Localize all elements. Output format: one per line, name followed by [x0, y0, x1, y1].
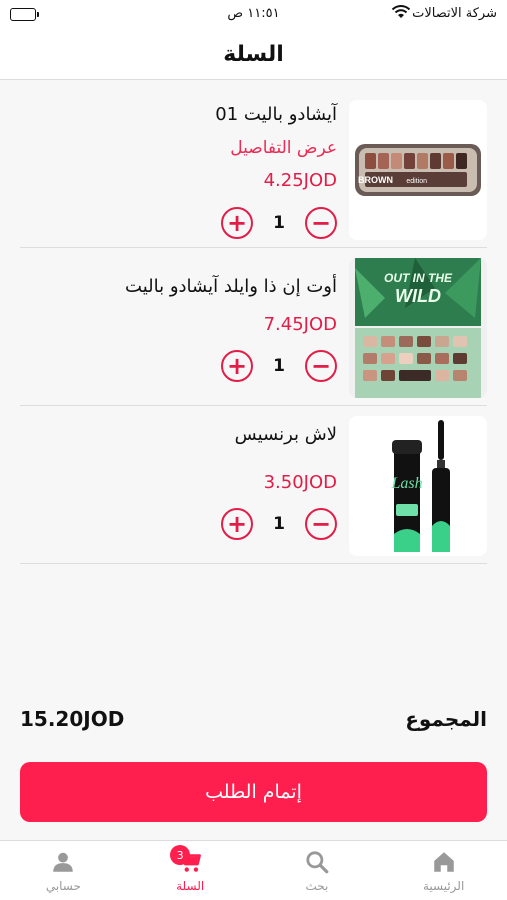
- product-image-wild-palette[interactable]: OUT IN THE WILD: [349, 258, 487, 398]
- product-name: أوت إن ذا وايلد آيشادو باليت: [125, 276, 337, 297]
- bottom-tab-bar: الرئيسية بحث 3 السلة حسابي: [0, 840, 507, 900]
- user-icon: [53, 852, 74, 872]
- view-details-link[interactable]: عرض التفاصيل: [230, 138, 337, 158]
- quantity-value: 1: [273, 514, 285, 534]
- svg-text:Lash: Lash: [390, 475, 422, 492]
- tab-home[interactable]: الرئيسية: [380, 841, 507, 900]
- product-price: 4.25JOD: [263, 170, 337, 191]
- status-bar: شركة الاتصالات ١١:٥١ ص: [0, 0, 507, 30]
- cart-item: BROWN edition آيشادو باليت 01 عرض التفاص…: [20, 90, 487, 248]
- product-price: 3.50JOD: [263, 472, 337, 493]
- total-value: 15.20JOD: [20, 707, 125, 731]
- quantity-value: 1: [273, 213, 285, 233]
- product-image-brown-palette[interactable]: BROWN edition: [349, 100, 487, 240]
- tab-label: السلة: [176, 878, 205, 893]
- tab-label: حسابي: [45, 878, 81, 893]
- clock: ١١:٥١ ص: [227, 6, 280, 21]
- tab-account[interactable]: حسابي: [0, 841, 127, 900]
- svg-text:BROWN: BROWN: [358, 175, 393, 185]
- quantity-value: 1: [273, 356, 285, 376]
- checkout-button[interactable]: إتمام الطلب: [20, 762, 487, 822]
- increase-quantity-button[interactable]: +: [221, 207, 253, 239]
- decrease-quantity-button[interactable]: −: [305, 207, 337, 239]
- tab-label: الرئيسية: [422, 878, 465, 893]
- page-header: السلة: [0, 30, 507, 80]
- search-icon: [306, 850, 329, 873]
- order-total: المجموع 15.20JOD: [20, 703, 487, 735]
- quantity-stepper: + 1 −: [221, 350, 337, 382]
- cart-item: OUT IN THE WILD أوت إن ذا وايلد آيشادو ب…: [20, 248, 487, 406]
- increase-quantity-button[interactable]: +: [221, 350, 253, 382]
- svg-text:OUT IN THE: OUT IN THE: [384, 271, 453, 285]
- decrease-quantity-button[interactable]: −: [305, 350, 337, 382]
- product-price: 7.45JOD: [263, 314, 337, 335]
- quantity-stepper: + 1 −: [221, 207, 337, 239]
- cart-item: Lash لاش برنسيس 3.50JOD + 1 −: [20, 406, 487, 564]
- svg-text:edition: edition: [406, 178, 427, 185]
- battery-icon: [10, 8, 39, 21]
- increase-quantity-button[interactable]: +: [221, 508, 253, 540]
- cart-list: BROWN edition آيشادو باليت 01 عرض التفاص…: [20, 90, 487, 564]
- product-name: آيشادو باليت 01: [215, 104, 337, 125]
- tab-cart[interactable]: 3 السلة: [127, 841, 254, 900]
- home-icon: [433, 851, 454, 872]
- total-label: المجموع: [405, 707, 487, 731]
- svg-text:WILD: WILD: [395, 286, 441, 306]
- product-name: لاش برنسيس: [234, 424, 337, 445]
- quantity-stepper: + 1 −: [221, 508, 337, 540]
- product-image-lash-princess[interactable]: Lash: [349, 416, 487, 556]
- tab-label: بحث: [305, 878, 329, 893]
- decrease-quantity-button[interactable]: −: [305, 508, 337, 540]
- tab-search[interactable]: بحث: [254, 841, 381, 900]
- page-title: السلة: [223, 42, 284, 67]
- cart-count-badge: 3: [170, 845, 191, 865]
